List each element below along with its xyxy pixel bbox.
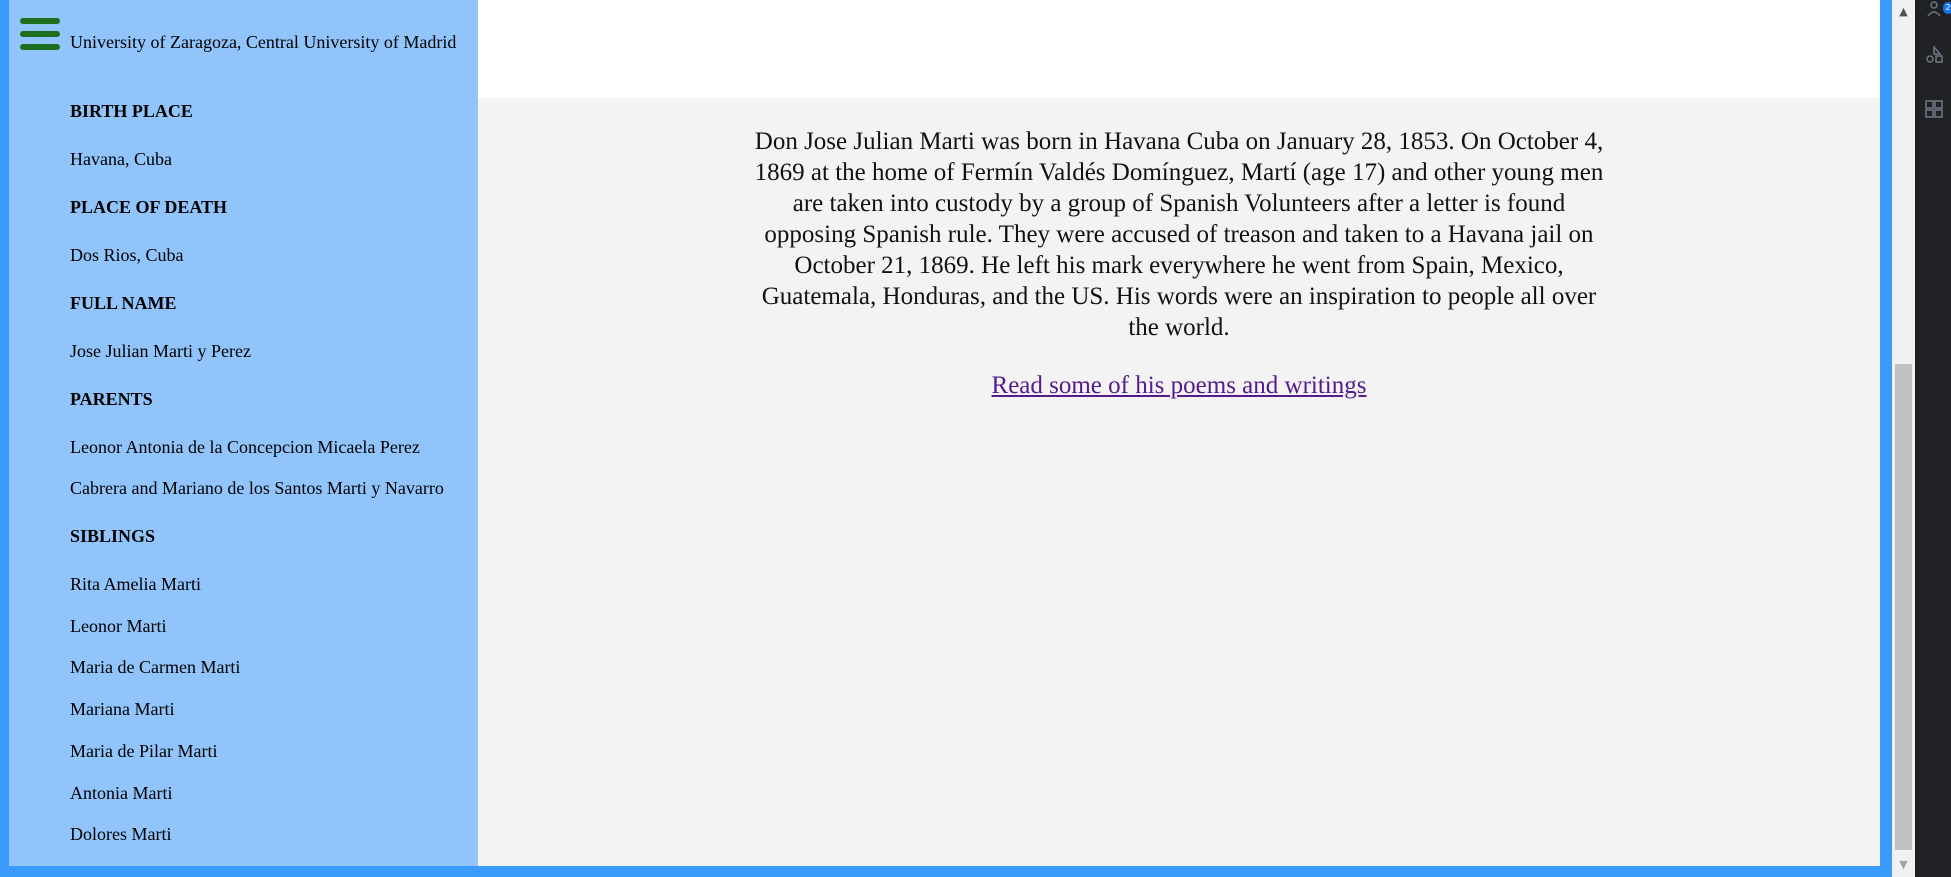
scroll-down-arrow-icon[interactable]: ▼ xyxy=(1892,854,1915,876)
sibling-item: Mariana Marti xyxy=(70,699,175,719)
sibling-item: Maria de Pilar Marti xyxy=(70,741,218,761)
sibling-item: Dolores Marti xyxy=(70,824,172,844)
hamburger-menu-icon[interactable] xyxy=(20,16,60,54)
frame-right-border xyxy=(1880,0,1892,877)
siblings-heading: SIBLINGS xyxy=(70,526,156,546)
scrollbar-thumb[interactable] xyxy=(1895,364,1912,850)
parents-line-1: Leonor Antonia de la Concepcion Micaela … xyxy=(70,437,420,457)
place-of-death-heading: PLACE OF DEATH xyxy=(70,197,228,217)
full-name-value: Jose Julian Marti y Perez xyxy=(70,341,251,361)
sibling-item: Antonia Marti xyxy=(70,783,173,803)
sidebar: University of Zaragoza, Central Universi… xyxy=(9,0,478,866)
people-icon[interactable] xyxy=(1925,0,1943,18)
full-name-heading: FULL NAME xyxy=(70,293,177,313)
frame-bottom-border xyxy=(0,866,1880,877)
birth-place-heading: BIRTH PLACE xyxy=(70,101,193,121)
shapes-icon[interactable] xyxy=(1925,44,1943,64)
poems-writings-link[interactable]: Read some of his poems and writings xyxy=(748,370,1610,401)
vertical-scrollbar[interactable]: ▲ ▼ xyxy=(1892,0,1915,877)
menu-bar xyxy=(20,31,60,37)
birth-place-value: Havana, Cuba xyxy=(70,149,172,169)
frame-left-border xyxy=(0,0,9,877)
browser-side-panel: 2 xyxy=(1915,0,1951,877)
main-header-area xyxy=(478,0,1880,98)
scroll-up-arrow-icon[interactable]: ▲ xyxy=(1892,0,1915,22)
sibling-item: Rita Amelia Marti xyxy=(70,574,201,594)
notification-badge: 2 xyxy=(1943,2,1951,14)
apps-icon[interactable] xyxy=(1925,100,1943,118)
parents-heading: PARENTS xyxy=(70,389,153,409)
sibling-item: Leonor Marti xyxy=(70,616,167,636)
menu-bar xyxy=(20,18,60,24)
menu-bar xyxy=(20,44,60,50)
biography-paragraph: Don Jose Julian Marti was born in Havana… xyxy=(754,128,1604,341)
browser-viewport: University of Zaragoza, Central Universi… xyxy=(0,0,1951,877)
parents-line-2: Cabrera and Mariano de los Santos Marti … xyxy=(70,478,444,498)
sibling-item: Maria de Carmen Marti xyxy=(70,657,241,677)
education-value: University of Zaragoza, Central Universi… xyxy=(70,32,457,52)
place-of-death-value: Dos Rios, Cuba xyxy=(70,245,184,265)
